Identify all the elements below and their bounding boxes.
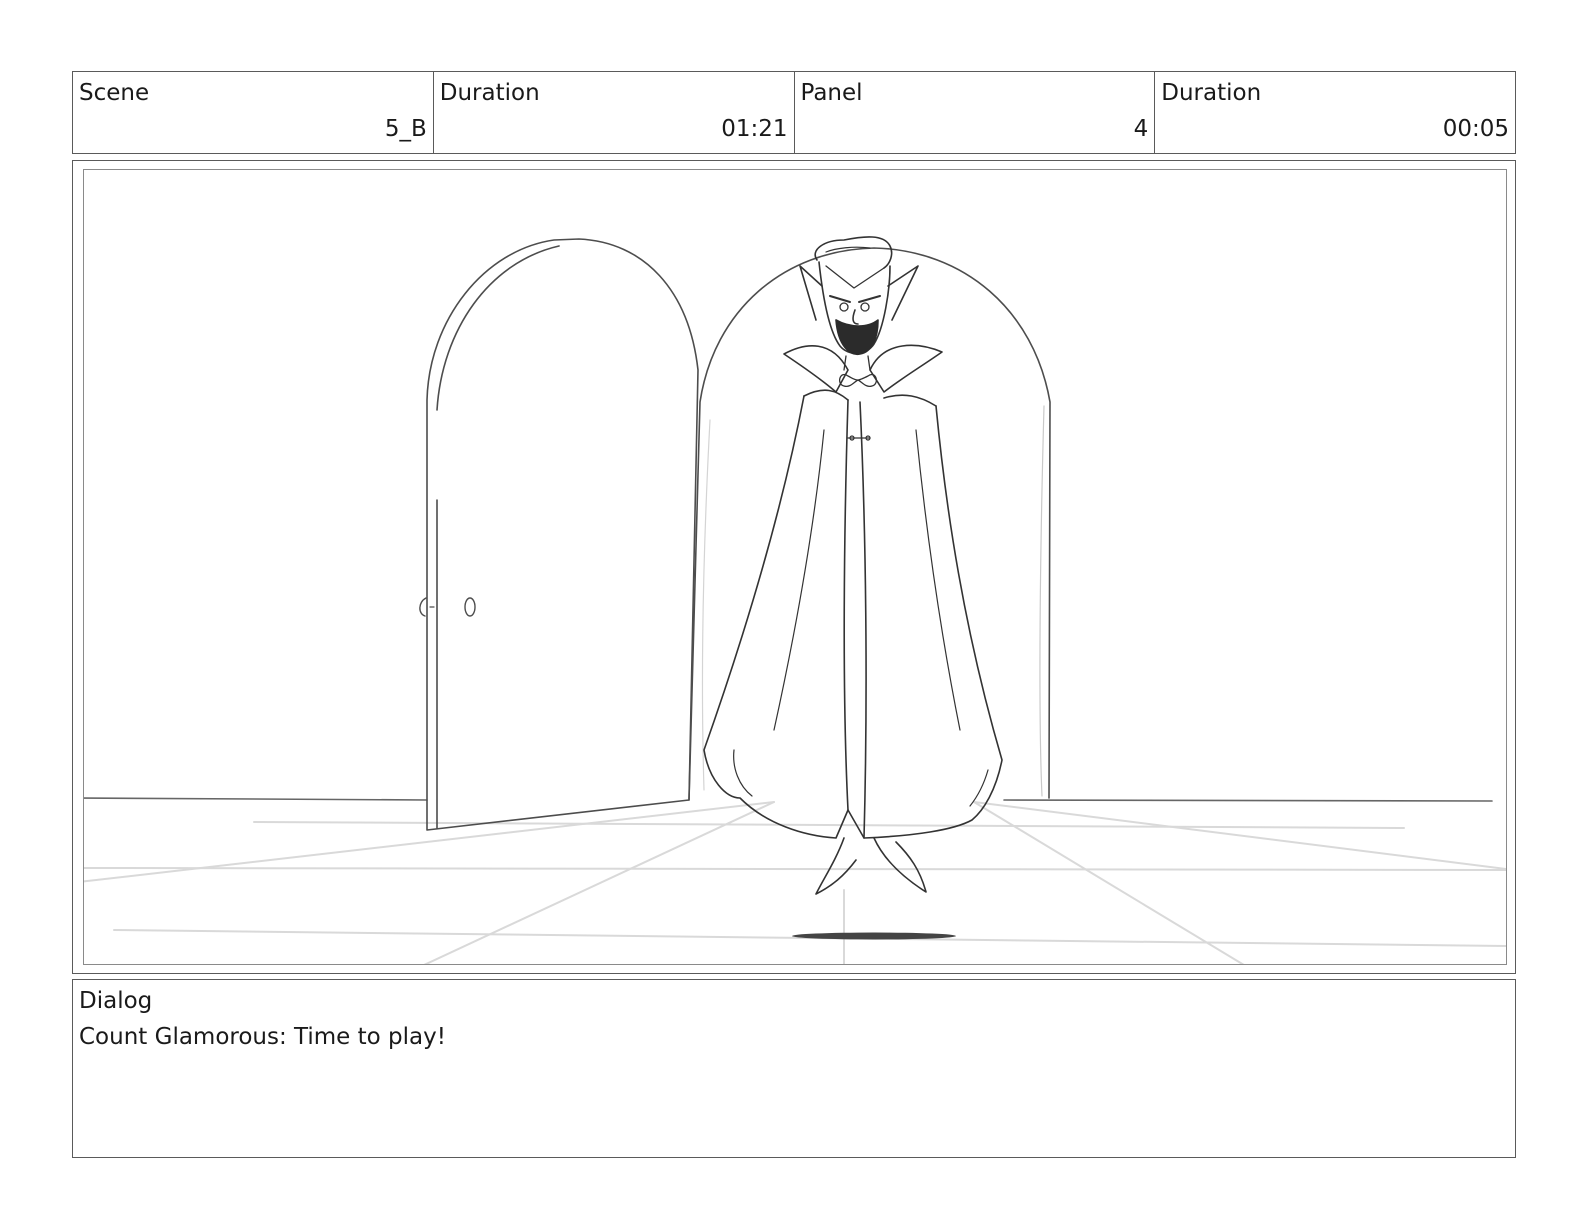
dialog-box: Dialog Count Glamorous: Time to play! — [72, 979, 1516, 1158]
panel-label: Panel — [800, 80, 863, 106]
storyboard-sketch — [83, 169, 1507, 965]
panel-value: 4 — [1133, 116, 1149, 142]
scene-cell: Scene 5_B — [73, 72, 434, 153]
panel-duration-cell: Duration 00:05 — [1155, 72, 1515, 153]
open-door — [419, 238, 699, 831]
panel-info-header: Scene 5_B Duration 01:21 Panel 4 Duratio… — [72, 71, 1516, 154]
storyboard-panel-frame — [72, 160, 1516, 974]
scene-duration-label: Duration — [439, 80, 540, 106]
panel-duration-label: Duration — [1161, 80, 1262, 106]
panel-duration-value: 00:05 — [1442, 116, 1509, 142]
scene-duration-cell: Duration 01:21 — [434, 72, 795, 153]
dialog-text: Count Glamorous: Time to play! — [79, 1024, 446, 1050]
sketch-drawing — [84, 236, 1506, 964]
dialog-label: Dialog — [79, 988, 153, 1014]
floor-line — [84, 797, 1493, 802]
count-character — [703, 236, 1003, 940]
perspective-guides — [84, 801, 1506, 964]
scene-label: Scene — [79, 80, 150, 106]
scene-duration-value: 01:21 — [721, 116, 788, 142]
scene-value: 5_B — [384, 116, 427, 142]
panel-cell: Panel 4 — [795, 72, 1156, 153]
